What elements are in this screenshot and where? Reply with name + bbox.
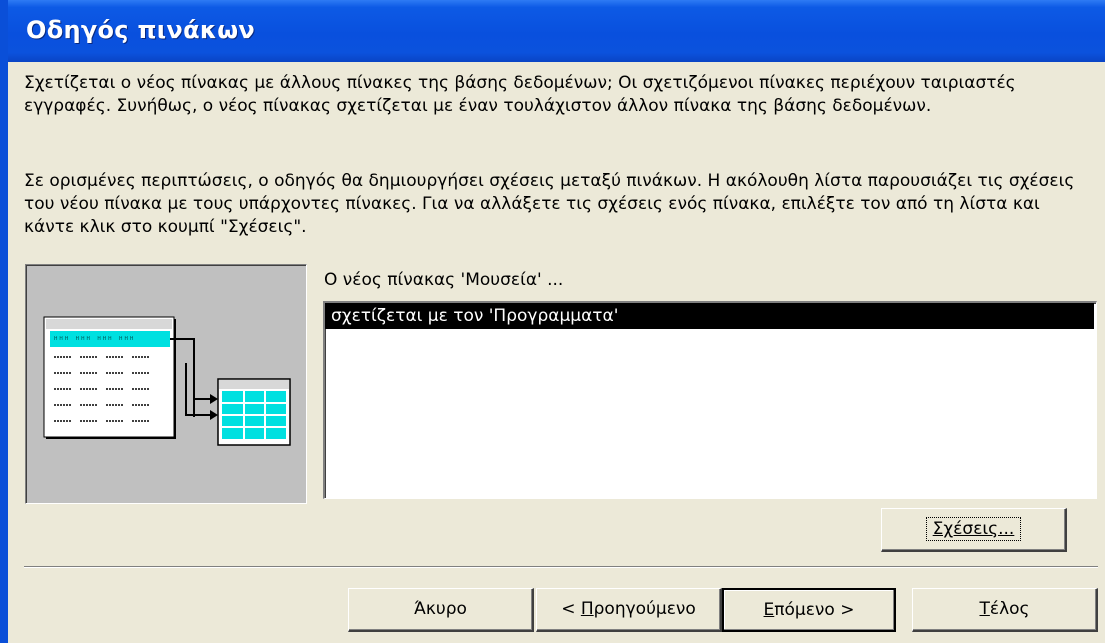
svg-text:ᴴᴴᴴ ᴴᴴᴴ ᴴᴴᴴ ᴴᴴᴴ: ᴴᴴᴴ ᴴᴴᴴ ᴴᴴᴴ ᴴᴴᴴ [53,336,134,346]
finish-button[interactable]: Τέλος [912,588,1098,632]
relations-caption: Ο νέος πίνακας 'Μουσεία' ... [324,270,564,290]
next-label-mnemonic: Ε [763,600,775,620]
back-button[interactable]: < Προηγούμενο [536,588,722,632]
next-label-rest: πόμενο > [774,600,855,620]
back-label-prefix: < [561,599,581,619]
relations-list[interactable]: σχετίζεται με τον 'Προγραμματα' [323,301,1097,499]
related-tables-icon: ᴴᴴᴴ ᴴᴴᴴ ᴴᴴᴴ ᴴᴴᴴ [43,316,291,446]
dialog-window: Οδηγός πινάκων Σχετίζεται ο νέος πίνακας… [0,0,1105,643]
intro-paragraph-2: Σε ορισμένες περιπτώσεις, ο οδηγός θα δη… [24,171,1075,237]
list-item[interactable]: σχετίζεται με τον 'Προγραμματα' [325,303,1094,329]
relations-button[interactable]: Σχέσεις... [881,508,1067,552]
back-label-mnemonic: Π [580,599,594,619]
intro-paragraph-1: Σχετίζεται ο νέος πίνακας με άλλους πίνα… [24,73,1016,116]
cancel-button[interactable]: Άκυρο [348,588,534,632]
finish-label-mnemonic: Τ [979,599,990,619]
title-bar[interactable]: Οδηγός πινάκων [8,0,1105,62]
relationship-illustration: ᴴᴴᴴ ᴴᴴᴴ ᴴᴴᴴ ᴴᴴᴴ [25,264,307,504]
footer-separator [24,566,1098,568]
next-button[interactable]: Επόμενο > [722,588,896,632]
cancel-button-label: Άκυρο [414,599,467,619]
back-label-rest: ροηγούμενο [593,599,696,619]
finish-label-rest: έλος [989,599,1030,619]
window-title: Οδηγός πινάκων [26,16,256,44]
relations-button-label: Σχέσεις... [925,517,1022,541]
